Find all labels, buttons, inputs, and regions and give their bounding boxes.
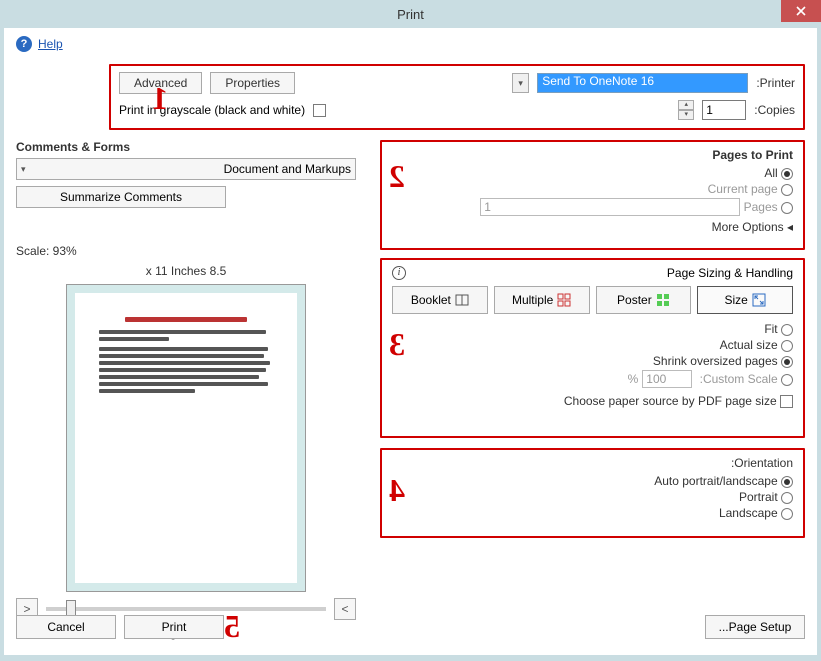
section-printer: Printer: Send To OneNote 16 ▾ Properties… <box>109 64 805 130</box>
comments-heading: Comments & Forms <box>16 140 356 154</box>
help-icon[interactable]: ? <box>16 36 32 52</box>
grayscale-label: Print in grayscale (black and white) <box>119 103 305 117</box>
summarize-button[interactable]: Summarize Comments <box>16 186 226 208</box>
cancel-button[interactable]: Cancel <box>16 615 116 639</box>
grayscale-checkbox[interactable] <box>313 104 326 117</box>
radio-pages[interactable] <box>781 202 793 214</box>
size-button[interactable]: Size <box>697 286 793 314</box>
booklet-icon <box>455 293 469 307</box>
spinner-down[interactable]: ▾ <box>678 110 694 120</box>
chevron-down-icon: ▾ <box>21 164 26 175</box>
radio-landscape[interactable] <box>781 508 793 520</box>
size-icon <box>752 293 766 307</box>
annotation-4: 4 <box>389 472 405 509</box>
multiple-icon <box>557 293 571 307</box>
preview-scale: Scale: 93% <box>16 244 356 258</box>
title-bar: Print <box>0 0 821 28</box>
close-icon <box>796 6 806 16</box>
page-setup-button[interactable]: Page Setup... <box>705 615 805 639</box>
window-title: Print <box>397 7 424 22</box>
preview-dims: 8.5 x 11 Inches <box>16 264 356 278</box>
custom-scale-input[interactable] <box>642 370 692 388</box>
copies-label: Copies: <box>754 103 795 117</box>
poster-button[interactable]: Poster <box>596 286 692 314</box>
section-sizing: Page Sizing & Handling i Size Poster Mul… <box>380 258 805 438</box>
preview-page <box>85 303 287 573</box>
printer-label: Printer: <box>756 76 795 90</box>
radio-custom[interactable] <box>781 374 793 386</box>
paper-source-checkbox[interactable] <box>780 395 793 408</box>
printer-dropdown-button[interactable]: ▾ <box>512 73 529 93</box>
pages-heading: Pages to Print <box>392 148 793 162</box>
pages-range-input[interactable] <box>480 198 740 216</box>
more-options[interactable]: ◂ More Options <box>392 220 793 234</box>
annotation-1: 1 <box>152 80 168 117</box>
properties-button[interactable]: Properties <box>210 72 295 94</box>
section-orientation: Orientation: Auto portrait/landscape Por… <box>380 448 805 538</box>
poster-icon <box>656 293 670 307</box>
section-pages-to-print: Pages to Print All Current page Pages ◂ … <box>380 140 805 250</box>
booklet-button[interactable]: Booklet <box>392 286 488 314</box>
radio-all[interactable] <box>781 168 793 180</box>
radio-auto-orient[interactable] <box>781 476 793 488</box>
page-preview <box>66 284 306 592</box>
radio-shrink[interactable] <box>781 356 793 368</box>
printer-select[interactable]: Send To OneNote 16 <box>537 73 748 93</box>
sizing-heading: Page Sizing & Handling <box>667 266 793 280</box>
radio-current[interactable] <box>781 184 793 196</box>
help-link[interactable]: Help <box>38 37 63 51</box>
dialog-content: ? Help Printer: Send To OneNote 16 ▾ Pro… <box>4 28 817 655</box>
radio-portrait[interactable] <box>781 492 793 504</box>
orientation-heading: Orientation: <box>392 456 793 470</box>
copies-input[interactable] <box>702 100 746 120</box>
annotation-3: 3 <box>389 326 405 363</box>
multiple-button[interactable]: Multiple <box>494 286 590 314</box>
radio-fit[interactable] <box>781 324 793 336</box>
annotation-5: 5 <box>224 608 240 645</box>
close-button[interactable] <box>781 0 821 22</box>
radio-actual[interactable] <box>781 340 793 352</box>
comments-select[interactable]: Document and Markups ▾ <box>16 158 356 180</box>
bottom-bar: Page Setup... 5 Print Cancel <box>16 608 805 645</box>
spinner-up[interactable]: ▴ <box>678 100 694 110</box>
annotation-2: 2 <box>389 158 405 195</box>
copies-spinner[interactable]: ▴▾ <box>678 100 694 120</box>
info-icon[interactable]: i <box>392 266 406 280</box>
comments-preview-column: Comments & Forms Document and Markups ▾ … <box>16 140 356 640</box>
print-button[interactable]: Print <box>124 615 224 639</box>
